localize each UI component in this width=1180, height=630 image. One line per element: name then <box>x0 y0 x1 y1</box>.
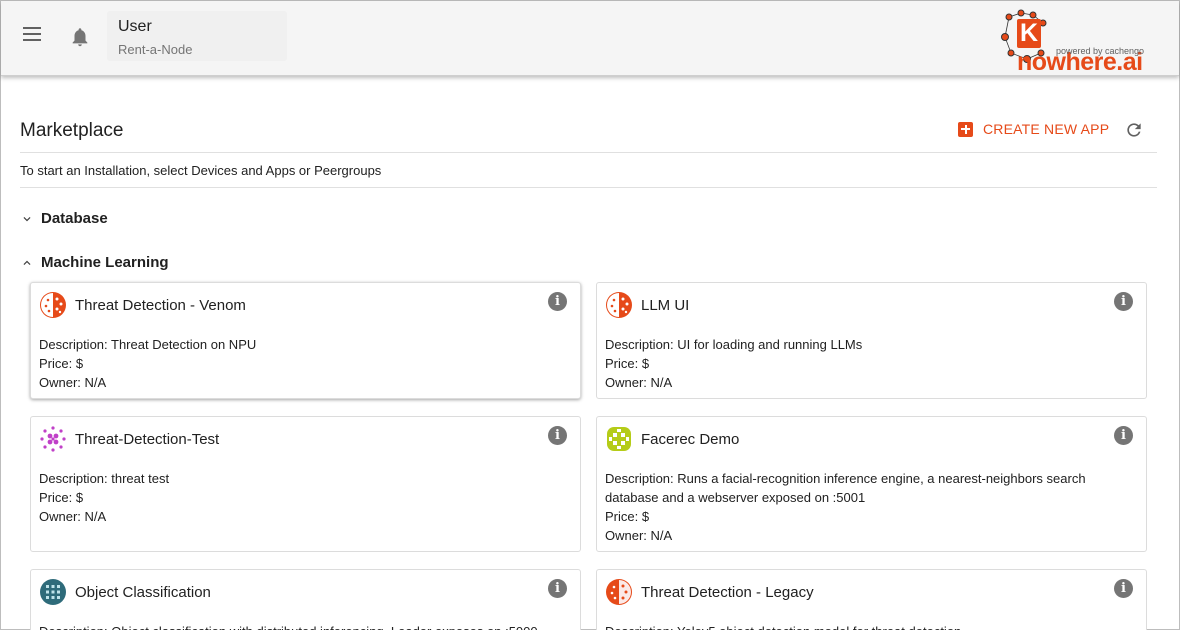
user-account[interactable]: User Rent-a-Node <box>107 11 287 61</box>
title-row: Marketplace CREATE NEW APP <box>20 101 1157 153</box>
app-card-threat-detection-test[interactable]: Threat-Detection-Test i Description: thr… <box>30 416 581 552</box>
app-price: Price: $ <box>39 490 84 505</box>
face-grid-icon <box>607 427 631 451</box>
app-details: Description: threat test Price: $ Owner:… <box>39 469 559 526</box>
section-machine-learning[interactable]: Machine Learning <box>20 254 169 271</box>
app-description: Description: threat test <box>39 471 170 486</box>
app-description: Description: Runs a facial-recognition i… <box>605 471 1086 505</box>
network-dots-icon <box>40 426 66 452</box>
info-icon[interactable]: i <box>548 426 567 445</box>
app-details: Description: Threat Detection on NPU Pri… <box>39 335 559 392</box>
menu-icon[interactable] <box>23 27 45 47</box>
app-owner: Owner: N/A <box>605 375 673 390</box>
create-new-app-label: CREATE NEW APP <box>983 121 1110 137</box>
refresh-icon[interactable] <box>1124 120 1144 140</box>
app-description: Description: Object classification with … <box>39 622 559 630</box>
brand-logo: Knowhere.ai powered by cachengo <box>999 9 1159 76</box>
app-price: Price: $ <box>39 356 84 371</box>
info-icon[interactable]: i <box>548 292 567 311</box>
app-card-object-classification[interactable]: Object Classification i Description: Obj… <box>30 569 581 630</box>
app-details: Description: Yolov5 object detection mod… <box>605 622 1125 630</box>
app-details: Description: Object classification with … <box>39 622 559 630</box>
user-subtitle: Rent-a-Node <box>118 42 193 57</box>
chevron-down-icon <box>23 216 31 221</box>
app-description: Description: Yolov5 object detection mod… <box>605 622 1125 630</box>
brain-icon <box>606 292 632 318</box>
info-icon[interactable]: i <box>548 579 567 598</box>
chevron-up-icon <box>23 260 31 265</box>
app-card-threat-detection-legacy[interactable]: Threat Detection - Legacy i Description:… <box>596 569 1147 630</box>
section-label: Database <box>41 210 108 227</box>
page-title: Marketplace <box>20 120 124 141</box>
brain-icon <box>606 579 632 605</box>
hint-row: To start an Installation, select Devices… <box>20 153 1157 188</box>
app-description: Description: UI for loading and running … <box>605 337 863 352</box>
app-owner: Owner: N/A <box>39 509 107 524</box>
installation-hint: To start an Installation, select Devices… <box>20 163 382 178</box>
app-price: Price: $ <box>605 356 650 371</box>
app-card-facerec-demo[interactable]: Facerec Demo i Description: Runs a facia… <box>596 416 1147 552</box>
app-title: Object Classification <box>75 583 211 601</box>
chip-grid-icon <box>40 579 66 605</box>
info-icon[interactable]: i <box>1114 579 1133 598</box>
section-label: Machine Learning <box>41 254 169 271</box>
app-owner: Owner: N/A <box>39 375 107 390</box>
info-icon[interactable]: i <box>1114 292 1133 311</box>
main-content: Marketplace CREATE NEW APP To start an I… <box>20 101 1157 188</box>
info-icon[interactable]: i <box>1114 426 1133 445</box>
app-description: Description: Threat Detection on NPU <box>39 337 257 352</box>
app-card-llm-ui[interactable]: LLM UI i Description: UI for loading and… <box>596 282 1147 399</box>
app-details: Description: UI for loading and running … <box>605 335 1125 392</box>
app-title: Threat-Detection-Test <box>75 430 220 448</box>
app-title: LLM UI <box>641 296 690 314</box>
section-database[interactable]: Database <box>20 210 108 227</box>
app-card-threat-detection-venom[interactable]: Threat Detection - Venom i Description: … <box>30 282 581 399</box>
bell-icon[interactable] <box>69 25 91 49</box>
top-app-bar: User Rent-a-Node Knowhere.ai powered by … <box>1 1 1179 76</box>
create-new-app-button[interactable]: CREATE NEW APP <box>958 121 1109 137</box>
logo-tagline: powered by cachengo <box>1056 46 1145 56</box>
app-title: Facerec Demo <box>641 430 740 448</box>
app-title: Threat Detection - Legacy <box>641 583 814 601</box>
app-price: Price: $ <box>605 509 650 524</box>
add-box-icon <box>958 121 973 137</box>
app-title: Threat Detection - Venom <box>75 296 246 314</box>
user-name: User <box>118 18 152 35</box>
app-details: Description: Runs a facial-recognition i… <box>605 469 1125 545</box>
app-owner: Owner: N/A <box>605 528 673 543</box>
brain-icon <box>40 292 66 318</box>
